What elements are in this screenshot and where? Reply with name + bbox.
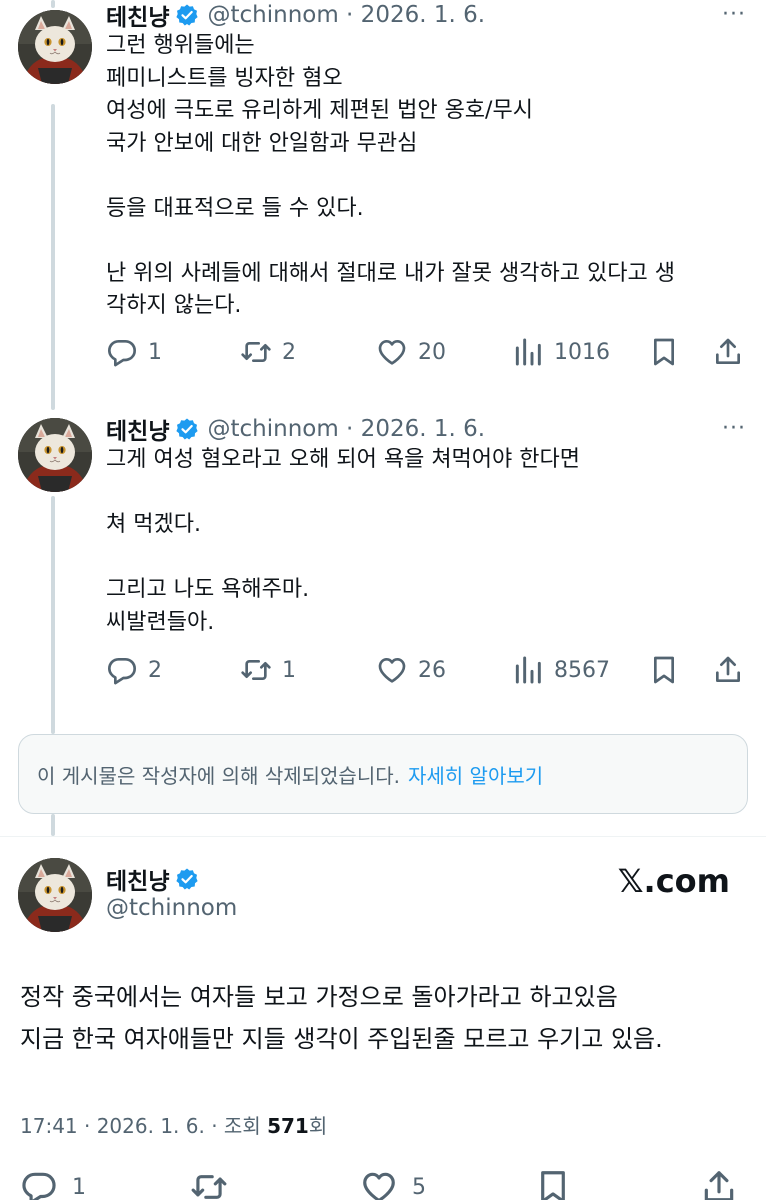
bookmark-icon — [541, 1171, 565, 1200]
tweet-header: 테친냥 @tchinnom · 2026. 1. 6. — [106, 0, 485, 32]
retweet-icon — [241, 660, 271, 680]
display-name[interactable]: 테친냥 — [106, 862, 169, 896]
bookmark-icon — [654, 338, 674, 366]
reply-count: 2 — [148, 657, 162, 683]
views-icon — [515, 656, 541, 684]
like-button[interactable]: 5 — [360, 1168, 426, 1200]
views-button[interactable]: 1016 — [512, 336, 610, 368]
thread-line-3 — [51, 814, 55, 836]
avatar[interactable] — [18, 10, 92, 84]
timestamp[interactable]: 17:41 · 2026. 1. 6. · 조회 — [20, 1114, 267, 1138]
display-name[interactable]: 테친냥 — [106, 412, 169, 446]
more-icon[interactable]: ··· — [722, 2, 746, 27]
reply-count: 1 — [72, 1174, 86, 1200]
deleted-post-notice: 이 게시물은 작성자에 의해 삭제되었습니다. 자세히 알아보기 — [18, 734, 748, 814]
timestamp-views: 17:41 · 2026. 1. 6. · 조회 571회 — [20, 1110, 327, 1139]
action-bar: 1 2 20 1016 — [106, 332, 746, 372]
handle-date[interactable]: @tchinnom · 2026. 1. 6. — [207, 416, 485, 442]
tweet-text: 그런 행위들에는 페미니스트를 빙자한 혐오 여성에 극도로 유리하게 제편된 … — [106, 33, 675, 318]
main-text-line-1: 정작 중국에서는 여자들 보고 가정으로 돌아가라고 하고있음 — [20, 983, 618, 1011]
reply-button[interactable]: 1 — [106, 336, 162, 368]
views-button[interactable]: 8567 — [512, 654, 610, 686]
retweet-count: 2 — [282, 339, 296, 365]
action-bar: 2 1 26 8567 — [106, 650, 746, 690]
tweet-2[interactable]: 테친냥 @tchinnom · 2026. 1. 6. ··· 그게 여성 혐오… — [0, 414, 766, 724]
verified-badge-icon — [176, 4, 199, 26]
tweet-text: 그게 여성 혐오라고 오해 되어 욕을 쳐먹어야 한다면 쳐 먹겠다. 그리고 … — [106, 447, 580, 635]
views-icon — [515, 338, 541, 366]
reply-icon — [108, 340, 136, 367]
avatar[interactable] — [18, 418, 92, 492]
retweet-count: 1 — [282, 657, 296, 683]
views-count: 8567 — [554, 657, 610, 683]
share-button[interactable] — [700, 1168, 738, 1200]
cat-avatar-image — [18, 418, 92, 492]
reply-icon — [108, 658, 136, 685]
like-icon — [378, 340, 406, 365]
share-icon — [716, 338, 740, 364]
main-text-line-2: 지금 한국 여자애들만 지들 생각이 주입된줄 모르고 우기고 있음. — [20, 1025, 663, 1053]
view-suffix: 회 — [308, 1114, 328, 1138]
share-icon — [704, 1171, 734, 1200]
share-icon — [716, 656, 740, 682]
reply-icon — [22, 1172, 56, 1200]
main-handle[interactable]: @tchinnom — [106, 895, 237, 921]
more-icon[interactable]: ··· — [722, 416, 746, 441]
retweet-icon — [241, 342, 271, 362]
reply-count: 1 — [148, 339, 162, 365]
share-button[interactable] — [712, 654, 744, 686]
tweet-1[interactable]: 테친냥 @tchinnom · 2026. 1. 6. ··· 그런 행위들에는… — [0, 0, 766, 400]
verified-badge-icon — [176, 868, 199, 890]
tweet-header: 테친냥 @tchinnom · 2026. 1. 6. — [106, 412, 485, 446]
like-icon — [378, 658, 406, 683]
reply-button[interactable]: 2 — [106, 654, 162, 686]
like-count: 26 — [418, 657, 446, 683]
views-count: 1016 — [554, 339, 610, 365]
x-logo-brand: 𝕏.com — [617, 862, 730, 900]
main-tweet-header: 테친냥 — [106, 862, 199, 896]
like-icon — [363, 1172, 395, 1200]
reply-button[interactable]: 1 — [20, 1168, 86, 1200]
learn-more-link[interactable]: 자세히 알아보기 — [408, 760, 543, 789]
like-button[interactable]: 20 — [376, 336, 446, 368]
retweet-button[interactable]: 1 — [240, 654, 296, 686]
avatar[interactable] — [18, 858, 92, 932]
like-button[interactable]: 26 — [376, 654, 446, 686]
bookmark-button[interactable] — [648, 654, 680, 686]
like-count: 20 — [418, 339, 446, 365]
deleted-notice-text: 이 게시물은 작성자에 의해 삭제되었습니다. — [37, 763, 400, 788]
verified-badge-icon — [176, 418, 199, 440]
like-count: 5 — [412, 1174, 426, 1200]
retweet-button[interactable] — [190, 1168, 228, 1200]
retweet-icon — [191, 1175, 227, 1199]
view-count: 571 — [267, 1114, 309, 1138]
main-tweet-text: 정작 중국에서는 여자들 보고 가정으로 돌아가라고 하고있음 지금 한국 여자… — [20, 976, 760, 1060]
bookmark-button[interactable] — [534, 1168, 572, 1200]
bookmark-button[interactable] — [648, 336, 680, 368]
share-button[interactable] — [712, 336, 744, 368]
display-name[interactable]: 테친냥 — [106, 0, 169, 32]
divider — [0, 836, 766, 837]
cat-avatar-image — [18, 858, 92, 932]
cat-avatar-image — [18, 10, 92, 84]
handle-date[interactable]: @tchinnom · 2026. 1. 6. — [207, 2, 485, 28]
retweet-button[interactable]: 2 — [240, 336, 296, 368]
bookmark-icon — [654, 656, 674, 684]
